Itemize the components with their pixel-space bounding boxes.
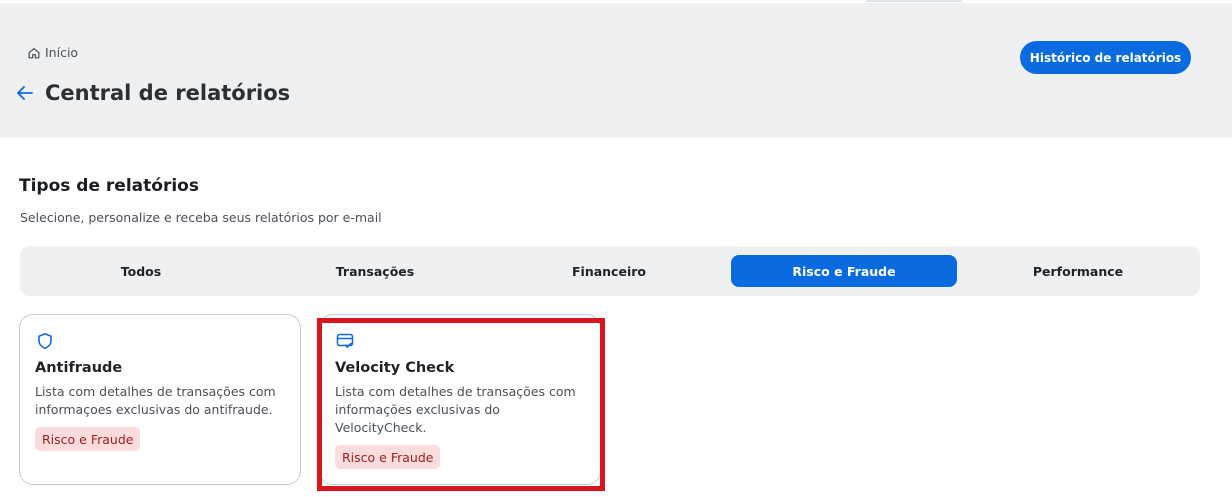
breadcrumb[interactable]: Início (27, 45, 78, 60)
category-badge: Risco e Fraude (335, 445, 441, 469)
report-card-antifraude[interactable]: Antifraude Lista com detalhes de transaç… (19, 314, 301, 485)
card-title: Velocity Check (335, 360, 455, 376)
breadcrumb-home-label[interactable]: Início (45, 45, 78, 60)
shield-icon (38, 333, 52, 349)
card-description: Lista com detalhes de transações com inf… (335, 384, 576, 435)
category-badge: Risco e Fraude (35, 427, 141, 451)
top-tab-hint (866, 0, 962, 2)
tab-risco-e-fraude[interactable]: Risco e Fraude (731, 255, 957, 287)
card-check-icon (336, 333, 354, 348)
report-history-button[interactable]: Histórico de relatórios (1020, 41, 1191, 74)
back-arrow-icon[interactable] (15, 83, 35, 103)
report-type-tabs: Todos Transações Financeiro Risco e Frau… (20, 246, 1200, 296)
report-card-velocity-check[interactable]: Velocity Check Lista com detalhes de tra… (319, 314, 601, 485)
section-subtitle: Selecione, personalize e receba seus rel… (20, 210, 382, 225)
home-icon (28, 47, 40, 58)
page-header: Início Central de relatórios Histórico d… (0, 3, 1232, 138)
tab-performance[interactable]: Performance (965, 255, 1191, 287)
tab-todos[interactable]: Todos (28, 255, 254, 287)
page-title: Central de relatórios (45, 81, 291, 105)
card-title: Antifraude (35, 360, 123, 376)
title-row: Central de relatórios (15, 81, 290, 105)
card-description: Lista com detalhes de transações com inf… (35, 384, 276, 417)
tab-transacoes[interactable]: Transações (262, 255, 488, 287)
section-title: Tipos de relatórios (19, 176, 199, 196)
tab-financeiro[interactable]: Financeiro (496, 255, 722, 287)
